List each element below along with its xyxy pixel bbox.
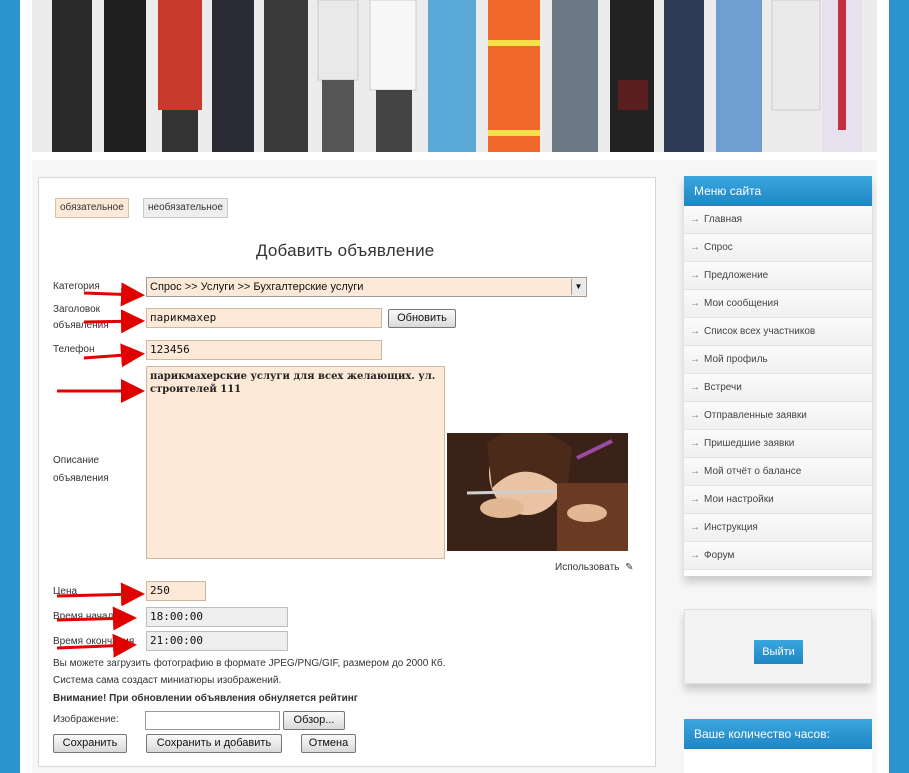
arrow-heading — [83, 309, 145, 334]
sidebar-item-label: Форум — [704, 550, 735, 561]
sidebar-item-label: Главная — [704, 214, 743, 225]
menu-list: → Главная → Спрос → Предложение → Мои сообщения… — [684, 206, 872, 570]
arrow-right-icon: → — [690, 466, 700, 477]
arrow-right-icon: → — [690, 438, 700, 449]
arrow-start-time — [56, 606, 137, 631]
sidebar-item-label: Мой профиль — [704, 354, 768, 365]
hours-title: Ваше количество часов: — [684, 719, 872, 749]
sidebar-item-5[interactable]: → Мой профиль — [684, 346, 872, 374]
arrow-end-time — [56, 633, 137, 658]
sidebar-item-8[interactable]: → Пришедшие заявки — [684, 430, 872, 458]
sidebar-item-3[interactable]: → Мои сообщения — [684, 290, 872, 318]
sidebar-item-label: Спрос — [704, 242, 733, 253]
arrow-right-icon: → — [690, 410, 700, 421]
sidebar-item-label: Инструкция — [704, 522, 758, 533]
sidebar-item-6[interactable]: → Встречи — [684, 374, 872, 402]
sidebar-item-11[interactable]: → Инструкция — [684, 514, 872, 542]
arrow-phone — [83, 343, 145, 368]
sidebar-item-0[interactable]: → Главная — [684, 206, 872, 234]
logout-box: Выйти — [684, 609, 872, 684]
sidebar-item-12[interactable]: → Форум — [684, 542, 872, 570]
arrow-right-icon: → — [690, 326, 700, 337]
arrow-category — [83, 282, 145, 307]
sidebar-item-label: Мои настройки — [704, 494, 774, 505]
sidebar-item-label: Встречи — [704, 382, 742, 393]
sidebar-item-7[interactable]: → Отправленные заявки — [684, 402, 872, 430]
arrow-right-icon: → — [690, 242, 700, 253]
sidebar-item-label: Предложение — [704, 270, 769, 281]
menu-title: Меню сайта — [684, 176, 872, 206]
logout-button[interactable]: Выйти — [754, 640, 803, 664]
page: обязательное необязательное Добавить объ… — [20, 0, 889, 773]
header-banner — [32, 0, 877, 152]
arrow-right-icon: → — [690, 298, 700, 309]
workers-banner-image — [32, 0, 877, 152]
site-menu: Меню сайта → Главная → Спрос → Предложение → Мо… — [684, 176, 872, 576]
sidebar-item-4[interactable]: → Список всех участников — [684, 318, 872, 346]
sidebar-item-label: Отправленные заявки — [704, 410, 807, 421]
hours-box: Ваше количество часов: — [684, 719, 872, 773]
annotation-arrows — [56, 282, 145, 658]
sidebar-item-label: Мои сообщения — [704, 298, 779, 309]
arrow-right-icon: → — [690, 354, 700, 365]
arrow-right-icon: → — [690, 550, 700, 561]
arrow-right-icon: → — [690, 382, 700, 393]
sidebar-item-label: Пришедшие заявки — [704, 438, 795, 449]
arrow-right-icon: → — [690, 270, 700, 281]
arrow-right-icon: → — [690, 522, 700, 533]
sidebar-item-1[interactable]: → Спрос — [684, 234, 872, 262]
sidebar-item-2[interactable]: → Предложение — [684, 262, 872, 290]
sidebar-item-10[interactable]: → Мои настройки — [684, 486, 872, 514]
add-ad-form: обязательное необязательное Добавить объ… — [38, 177, 656, 767]
sidebar-item-label: Список всех участников — [704, 326, 816, 337]
sidebar-item-9[interactable]: → Мой отчёт о балансе — [684, 458, 872, 486]
arrow-right-icon: → — [690, 214, 700, 225]
sidebar-item-label: Мой отчёт о балансе — [704, 466, 802, 477]
arrow-right-icon: → — [690, 494, 700, 505]
arrow-price — [56, 582, 145, 607]
